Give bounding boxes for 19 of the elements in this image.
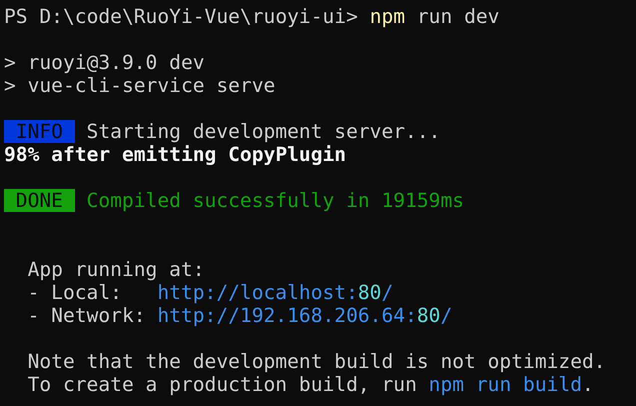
- output-text: Note that the development build is not optimized.: [28, 350, 606, 373]
- url-link[interactable]: http://localhost:80/: [157, 281, 394, 304]
- command-text: npm run build: [428, 373, 582, 396]
- output-text: App running at:: [28, 258, 205, 281]
- done-badge: DONE: [4, 189, 75, 212]
- success-message: Compiled successfully in 19159ms: [86, 189, 464, 212]
- output-text: > ruoyi@3.9.0 dev: [4, 51, 205, 74]
- url-link[interactable]: http://192.168.206.64:80/: [157, 304, 452, 327]
- output-text: PS D:\code\RuoYi-Vue\ruoyi-ui>: [4, 5, 359, 28]
- output-text: .: [582, 373, 594, 396]
- output-text: > vue-cli-service serve: [4, 74, 276, 97]
- info-badge: INFO: [4, 120, 75, 143]
- output-text: Starting development server...: [86, 120, 440, 143]
- command-text: npm: [370, 5, 406, 28]
- output-text: run dev: [416, 5, 500, 28]
- output-text: - Network:: [28, 304, 147, 327]
- progress-text: 98% after emitting CopyPlugin: [4, 143, 346, 166]
- output-text: - Local:: [28, 281, 123, 304]
- output-text: To create a production build, run: [28, 373, 418, 396]
